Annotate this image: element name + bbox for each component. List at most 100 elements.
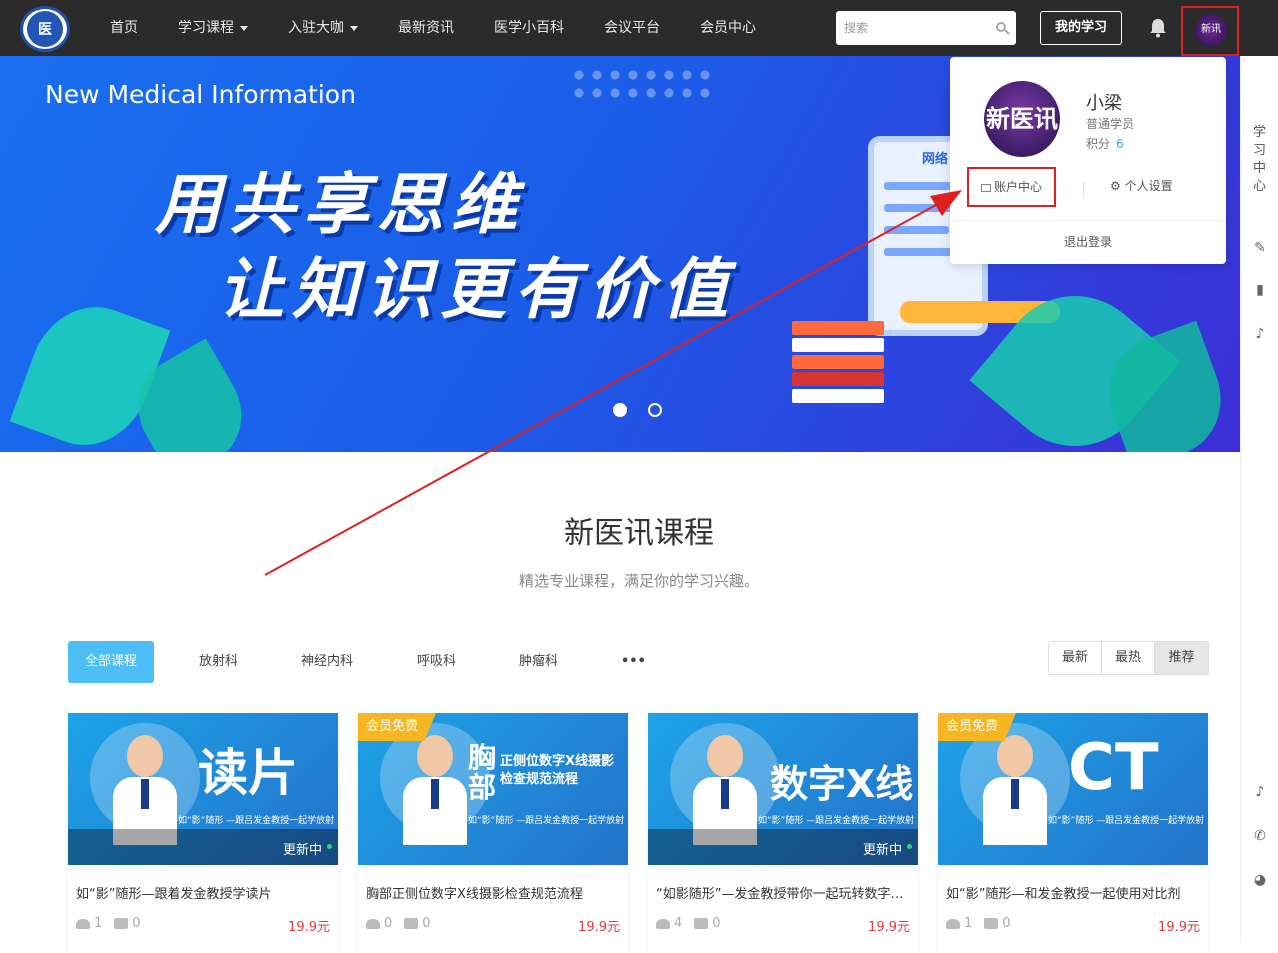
filter-oncology[interactable]: 肿瘤科 <box>519 641 558 683</box>
filter-more[interactable]: ••• <box>621 641 646 683</box>
wechat-icon[interactable]: ◕ <box>1252 872 1268 888</box>
course-card[interactable]: 读片 如“影”随形 —跟吕发金教授一起学放射 更新中 如“影”随形—跟着发金教授… <box>68 713 338 953</box>
student-count: 4 <box>674 916 683 931</box>
divider <box>1083 181 1084 197</box>
card-icon <box>980 183 991 192</box>
thumbnail-caption: 如“影”随形 —跟吕发金教授一起学放射 <box>468 816 625 826</box>
banner-headline-1: 用共享思维 <box>155 166 525 243</box>
carousel-dot-1[interactable] <box>613 403 627 417</box>
user-points: 积分 6 <box>1086 135 1124 152</box>
course-thumbnail[interactable]: 数字X线 如“影”随形 —跟吕发金教授一起学放射 更新中 <box>648 713 918 865</box>
avatar: 新医讯 <box>984 81 1060 157</box>
thumbnail-caption: 如“影”随形 —跟吕发金教授一起学放射 <box>758 816 915 826</box>
course-title[interactable]: 如“影”随形—跟着发金教授学读片 <box>76 883 330 902</box>
student-count: 0 <box>384 916 393 931</box>
users-icon <box>76 918 90 929</box>
sort-hottest[interactable]: 最热 <box>1102 642 1155 674</box>
personal-settings-label: 个人设置 <box>1124 179 1173 193</box>
course-stats: 40 <box>656 916 721 931</box>
course-title[interactable]: 如“影”随形—和发金教授一起使用对比剂 <box>946 883 1200 902</box>
course-card[interactable]: 胸部 正侧位数字X线摄影 检查规范流程 如“影”随形 —跟吕发金教授一起学放射 … <box>358 713 628 953</box>
thumbnail-caption: 如“影”随形 —跟吕发金教授一起学放射 <box>1048 816 1205 826</box>
decorative-dots <box>570 66 710 102</box>
status-bar: 更新中 <box>648 829 918 865</box>
nav-experts[interactable]: 入驻大咖 <box>288 0 358 56</box>
logo-mark: 医 <box>27 11 63 47</box>
comment-count: 0 <box>422 916 431 931</box>
search-input[interactable]: 搜索 <box>836 11 1016 45</box>
search-icon[interactable] <box>996 22 1006 32</box>
student-count: 1 <box>964 916 973 931</box>
filter-all-courses[interactable]: 全部课程 <box>68 641 154 683</box>
nav-encyclopedia[interactable]: 医学小百科 <box>494 0 564 56</box>
course-stats: 10 <box>76 916 141 931</box>
nav-courses[interactable]: 学习课程 <box>178 0 248 56</box>
user-dropdown-menu: 新医讯 小梁 普通学员 积分 6 账户中心 ⚙ 个人设置 退出登录 <box>950 57 1226 264</box>
books-illustration <box>792 321 884 406</box>
course-title[interactable]: “如影随形”—发金教授带你一起玩转数字X线 <box>656 883 910 902</box>
chevron-down-icon <box>240 25 248 31</box>
personal-settings-button[interactable]: ⚙ 个人设置 <box>1110 177 1173 194</box>
update-status: 更新中 <box>862 843 902 858</box>
comment-icon <box>694 918 709 929</box>
gear-icon: ⚙ <box>1110 179 1121 193</box>
doctor-portrait <box>403 735 467 845</box>
account-center-button[interactable]: 账户中心 <box>967 167 1056 207</box>
comment-count: 0 <box>712 916 721 931</box>
search-placeholder: 搜索 <box>844 21 869 35</box>
bell-icon[interactable] <box>1149 18 1167 38</box>
course-card[interactable]: 数字X线 如“影”随形 —跟吕发金教授一起学放射 更新中 “如影随形”—发金教授… <box>648 713 918 953</box>
filter-radiology[interactable]: 放射科 <box>199 641 238 683</box>
user-role: 普通学员 <box>1086 117 1135 131</box>
users-icon <box>656 918 670 929</box>
nav-conference[interactable]: 会议平台 <box>604 0 660 56</box>
thumbnail-title: 读片 <box>198 744 298 802</box>
right-sidebar: 学习中心 ✎ ▮ ♪ ♪ ✆ ◕ <box>1240 56 1278 943</box>
logout-button[interactable]: 退出登录 <box>950 233 1226 250</box>
course-price: 19.9元 <box>288 920 330 935</box>
user-name: 小梁 <box>1086 93 1122 114</box>
site-logo[interactable]: 医 <box>20 6 70 52</box>
edit-icon[interactable]: ✎ <box>1252 240 1268 256</box>
thumbnail-title: 数字X线 <box>770 762 914 806</box>
filter-respiratory[interactable]: 呼吸科 <box>417 641 456 683</box>
nav-experts-label: 入驻大咖 <box>288 20 344 36</box>
sort-recommended[interactable]: 推荐 <box>1155 642 1208 674</box>
bell-icon[interactable]: ♪ <box>1252 326 1268 342</box>
course-stats: 00 <box>366 916 431 931</box>
status-dot <box>327 844 332 849</box>
users-icon <box>946 918 960 929</box>
filter-neurology[interactable]: 神经内科 <box>301 641 353 683</box>
account-center-label: 账户中心 <box>993 180 1042 194</box>
nav-home[interactable]: 首页 <box>110 0 138 56</box>
phone-icon[interactable]: ✆ <box>1252 828 1268 844</box>
course-thumbnail[interactable]: 读片 如“影”随形 —跟吕发金教授一起学放射 更新中 <box>68 713 338 865</box>
book-icon[interactable]: ▮ <box>1252 282 1268 298</box>
my-study-button[interactable]: 我的学习 <box>1040 11 1122 45</box>
learning-center-link[interactable]: 学习中心 <box>1253 124 1267 196</box>
carousel-dot-2[interactable] <box>648 403 662 417</box>
member-free-badge: 会员免费 <box>358 713 436 741</box>
points-label: 积分 <box>1086 137 1111 151</box>
course-card[interactable]: CT 如“影”随形 —跟吕发金教授一起学放射 会员免费 如“影”随形—和发金教授… <box>938 713 1208 953</box>
user-avatar-button[interactable]: 新讯 <box>1181 6 1239 56</box>
course-title[interactable]: 胸部正侧位数字X线摄影检查规范流程 <box>366 883 620 902</box>
status-dot <box>907 844 912 849</box>
divider <box>950 220 1226 221</box>
course-thumbnail[interactable]: CT 如“影”随形 —跟吕发金教授一起学放射 会员免费 <box>938 713 1208 865</box>
comment-icon <box>984 918 999 929</box>
notification-icon[interactable]: ♪ <box>1252 784 1268 800</box>
course-price: 19.9元 <box>1158 920 1200 935</box>
comment-count: 0 <box>132 916 141 931</box>
sort-newest[interactable]: 最新 <box>1049 642 1102 674</box>
nav-membership[interactable]: 会员中心 <box>700 0 756 56</box>
avatar: 新讯 <box>1195 14 1227 46</box>
nav-news[interactable]: 最新资讯 <box>398 0 454 56</box>
banner-headline-2: 让知识更有价值 <box>218 251 736 328</box>
course-thumbnail[interactable]: 胸部 正侧位数字X线摄影 检查规范流程 如“影”随形 —跟吕发金教授一起学放射 … <box>358 713 628 865</box>
member-free-badge: 会员免费 <box>938 713 1016 741</box>
users-icon <box>366 918 380 929</box>
section-subtitle: 精选专业课程，满足你的学习兴趣。 <box>518 572 759 590</box>
nav-courses-label: 学习课程 <box>178 20 234 36</box>
comment-icon <box>404 918 419 929</box>
